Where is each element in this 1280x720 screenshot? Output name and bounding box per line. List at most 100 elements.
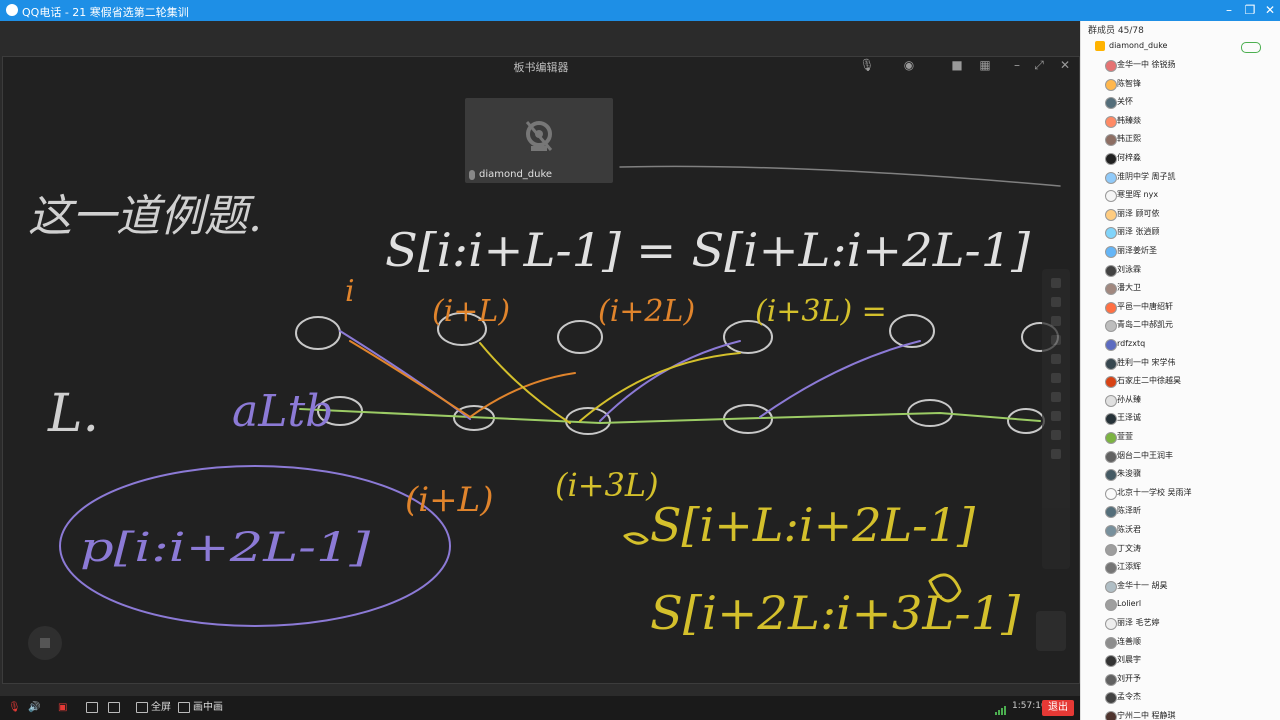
restore-icon[interactable]: ❐ xyxy=(1241,2,1259,18)
avatar xyxy=(1105,580,1117,593)
member-name: rdfzxtq xyxy=(1117,339,1146,348)
mic-muted-icon xyxy=(469,170,475,180)
member-item[interactable]: 丽泽 张逍顾 xyxy=(1081,223,1280,241)
save-tool-icon[interactable] xyxy=(1051,449,1061,459)
member-name: 金华十一 胡昊 xyxy=(1117,580,1168,590)
board-button[interactable] xyxy=(108,701,123,715)
member-item[interactable]: 陈沃君 xyxy=(1081,521,1280,539)
member-item[interactable]: 丽泽 毛艺婷 xyxy=(1081,614,1280,632)
stroke-yellow-arrow xyxy=(579,352,741,422)
fullscreen-button[interactable]: 全屏 xyxy=(136,701,171,715)
avatar xyxy=(1105,376,1117,389)
member-name: 胜利一中 宋学伟 xyxy=(1117,357,1176,367)
member-name: 宁州二中 程静琪 xyxy=(1117,711,1176,720)
member-item[interactable]: 刘开予 xyxy=(1081,670,1280,688)
member-item[interactable]: 朱浚骥 xyxy=(1081,465,1280,483)
share-screen-button[interactable] xyxy=(86,701,101,715)
pen-tool-icon[interactable] xyxy=(1051,278,1061,288)
mic-muted-button[interactable]: 🎙 xyxy=(8,701,21,715)
member-item[interactable]: 关怀 xyxy=(1081,93,1280,111)
member-item[interactable]: 宁州二中 程静琪 xyxy=(1081,707,1280,720)
member-item[interactable]: 孙从臻 xyxy=(1081,391,1280,409)
host-crown-icon xyxy=(1095,41,1105,51)
stroke-green-line xyxy=(299,408,1041,424)
redo-tool-icon[interactable] xyxy=(1051,392,1061,402)
member-name: 丽泽姜炘圣 xyxy=(1117,246,1157,255)
member-item[interactable]: 丁文涛 xyxy=(1081,540,1280,558)
member-item[interactable]: 江添辉 xyxy=(1081,558,1280,576)
member-name: 韩臻燚 xyxy=(1117,115,1141,125)
member-item[interactable]: 胜利一中 宋学伟 xyxy=(1081,354,1280,372)
page-tool-button[interactable] xyxy=(1036,611,1066,651)
brush-tool-icon[interactable] xyxy=(1051,316,1061,326)
member-item[interactable]: 韩臻燚 xyxy=(1081,112,1280,130)
member-name: 陈智锋 xyxy=(1117,78,1141,88)
clear-tool-icon[interactable] xyxy=(1051,430,1061,440)
avatar xyxy=(1105,394,1117,407)
undo-tool-icon[interactable] xyxy=(1051,373,1061,383)
text-tool-icon[interactable] xyxy=(1051,411,1061,421)
member-item[interactable]: 陈智锋 xyxy=(1081,75,1280,93)
member-name: 朱浚骥 xyxy=(1117,469,1141,479)
board-label-bottom1: (i+L) xyxy=(405,480,493,520)
member-item[interactable]: 北京十一学校 吴雨洋 xyxy=(1081,484,1280,502)
avatar xyxy=(1105,525,1117,537)
avatar xyxy=(1105,692,1117,705)
shape-tool-icon[interactable] xyxy=(1051,335,1061,345)
member-item[interactable]: 石家庄二中徐越昊 xyxy=(1081,372,1280,390)
board-heading: 这一道例题. xyxy=(28,191,262,242)
stop-share-button[interactable] xyxy=(28,626,62,660)
member-item[interactable]: 韩正熙 xyxy=(1081,130,1280,148)
avatar xyxy=(1105,636,1117,649)
camera-off-button[interactable]: ▣ xyxy=(58,701,67,715)
member-item[interactable]: 陈泽昕 xyxy=(1081,502,1280,520)
member-item[interactable]: 青岛二中郝凯元 xyxy=(1081,316,1280,334)
member-count: 群成员 45/78 xyxy=(1088,26,1144,36)
speaker-button[interactable]: 🔊 xyxy=(28,701,40,715)
member-item[interactable]: 潘大卫 xyxy=(1081,279,1280,297)
member-item[interactable]: 烟台二中王润丰 xyxy=(1081,447,1280,465)
select-tool-icon[interactable] xyxy=(1051,297,1061,307)
eraser-tool-icon[interactable] xyxy=(1051,354,1061,364)
member-item[interactable]: 丽泽姜炘圣 xyxy=(1081,242,1280,260)
member-item[interactable]: Lolierl xyxy=(1081,595,1280,613)
pip-icon xyxy=(178,701,190,713)
member-host[interactable]: diamond_duke xyxy=(1081,37,1280,55)
member-item[interactable]: 何梓淼 xyxy=(1081,149,1280,167)
member-name: 淮阴中学 周子凯 xyxy=(1117,171,1176,181)
member-item[interactable]: 金华十一 胡昊 xyxy=(1081,577,1280,595)
pip-label: 画中画 xyxy=(193,702,223,713)
member-name: 陈沃君 xyxy=(1117,525,1141,534)
board-label-i: i xyxy=(345,274,355,309)
voice-active-icon xyxy=(1241,42,1261,53)
member-item[interactable]: 寒里晖 nyx xyxy=(1081,186,1280,204)
close-icon[interactable]: ✕ xyxy=(1261,2,1279,18)
pip-button[interactable]: 画中画 xyxy=(178,701,223,715)
member-name: 王泽诚 xyxy=(1117,413,1141,423)
member-name: 刘晨宇 xyxy=(1117,655,1141,665)
camera-tile[interactable]: diamond_duke xyxy=(465,98,613,183)
avatar xyxy=(1105,543,1117,556)
member-name: 刘开予 xyxy=(1117,673,1141,683)
qq-logo-icon xyxy=(6,4,18,16)
member-item[interactable]: 丽泽 顾可依 xyxy=(1081,205,1280,223)
avatar xyxy=(1105,60,1117,72)
avatar xyxy=(1105,246,1117,258)
member-item[interactable]: rdfzxtq xyxy=(1081,335,1280,353)
window-title: QQ电话 - 21 寒假省选第二轮集训 xyxy=(22,6,189,19)
drawing-toolbar[interactable] xyxy=(1042,269,1070,569)
member-name: 孟令杰 xyxy=(1117,692,1141,702)
member-name: 连善顺 xyxy=(1117,636,1141,646)
member-name: 关怀 xyxy=(1117,97,1133,107)
exit-button[interactable]: 退出 xyxy=(1042,700,1074,716)
member-item[interactable]: 平邑一中唐绍轩 xyxy=(1081,298,1280,316)
member-item[interactable]: 淮阴中学 周子凯 xyxy=(1081,168,1280,186)
member-item[interactable]: 孟令杰 xyxy=(1081,688,1280,706)
member-item[interactable]: 金华一中 徐锐扬 xyxy=(1081,56,1280,74)
minimize-icon[interactable]: – xyxy=(1220,2,1238,18)
member-item[interactable]: 刘晨宇 xyxy=(1081,651,1280,669)
member-item[interactable]: 萱萱 xyxy=(1081,428,1280,446)
member-item[interactable]: 连善顺 xyxy=(1081,633,1280,651)
member-item[interactable]: 王泽诚 xyxy=(1081,409,1280,427)
member-item[interactable]: 刘泳霖 xyxy=(1081,261,1280,279)
